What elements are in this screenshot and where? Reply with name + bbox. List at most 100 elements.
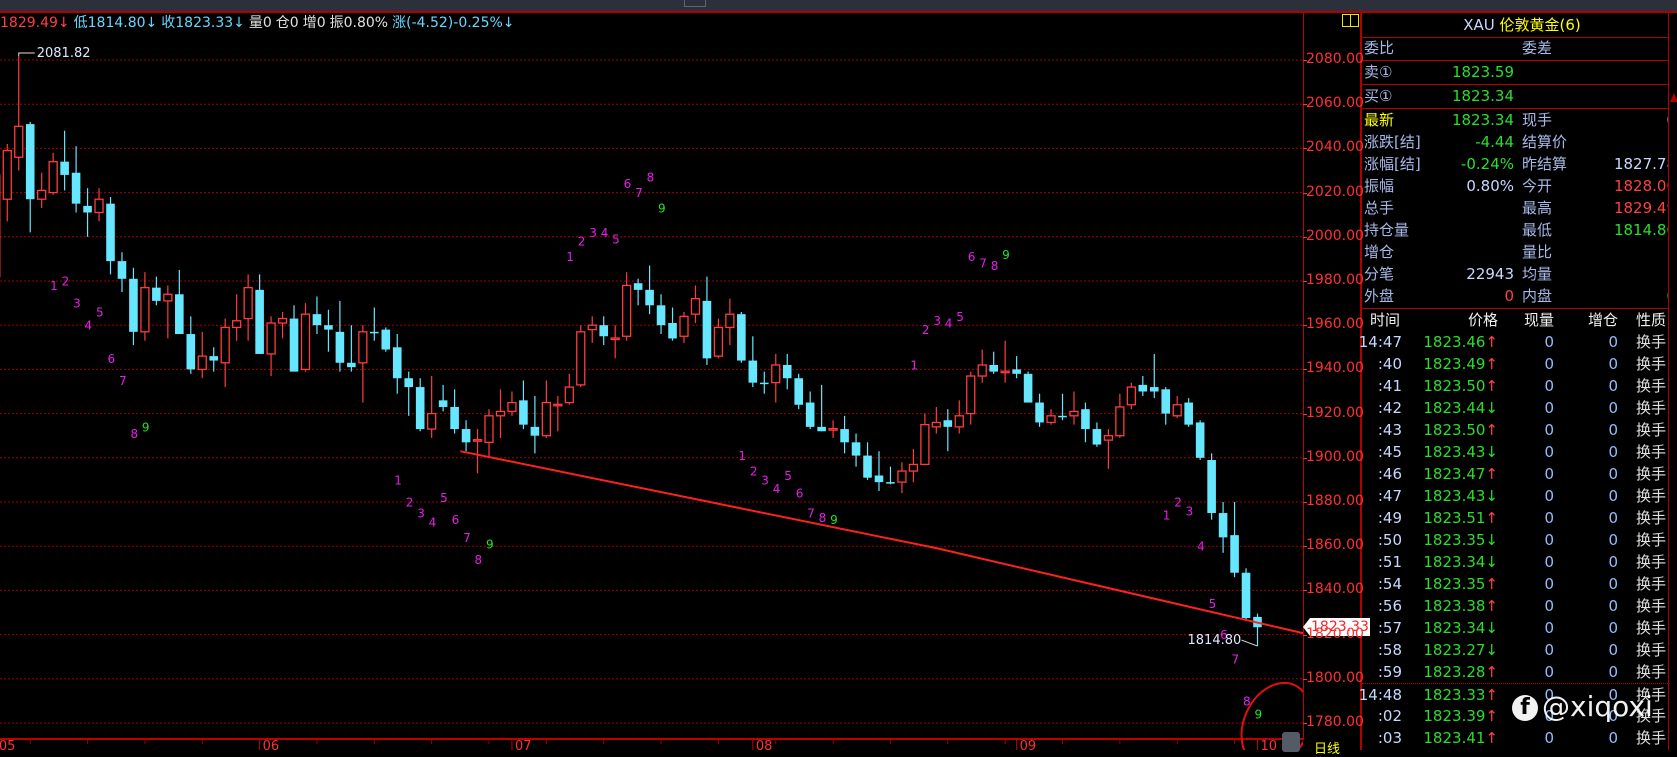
candle[interactable] xyxy=(289,305,299,372)
candle[interactable] xyxy=(1126,382,1136,410)
candle[interactable] xyxy=(725,298,735,346)
candle[interactable] xyxy=(943,409,953,452)
candle[interactable] xyxy=(1253,613,1262,647)
candle[interactable] xyxy=(851,433,861,467)
candle[interactable] xyxy=(690,285,701,323)
candle[interactable] xyxy=(1012,356,1021,379)
candle[interactable] xyxy=(610,325,620,359)
candle[interactable] xyxy=(450,389,459,434)
ticks-header-cell[interactable]: 增仓 xyxy=(1588,309,1618,331)
candle[interactable] xyxy=(347,325,356,372)
candle[interactable] xyxy=(1138,376,1148,396)
candle[interactable] xyxy=(427,376,437,438)
candle[interactable] xyxy=(897,462,907,494)
candle[interactable] xyxy=(1184,398,1193,427)
candle[interactable] xyxy=(817,384,826,432)
candle[interactable] xyxy=(668,307,677,341)
candle[interactable] xyxy=(1046,409,1056,425)
candle[interactable] xyxy=(300,303,311,372)
ticks-header-cell[interactable]: 价格 xyxy=(1468,309,1498,331)
candle[interactable] xyxy=(541,380,552,438)
candle[interactable] xyxy=(220,318,230,388)
candle[interactable] xyxy=(782,353,792,390)
candle[interactable] xyxy=(886,466,895,485)
candle[interactable] xyxy=(94,188,104,222)
candle[interactable] xyxy=(1103,429,1114,469)
candle[interactable] xyxy=(312,296,322,335)
candle[interactable] xyxy=(863,442,872,480)
candle[interactable] xyxy=(48,152,58,195)
ticks-header-cell[interactable]: 时间 xyxy=(1370,309,1400,331)
candle[interactable] xyxy=(599,316,609,346)
candle[interactable] xyxy=(163,285,173,339)
candle[interactable] xyxy=(966,371,976,425)
window-toggle-icon[interactable] xyxy=(1342,14,1359,27)
candle[interactable] xyxy=(495,389,506,438)
scroll-up-icon[interactable] xyxy=(1670,93,1677,102)
candle[interactable] xyxy=(461,420,471,452)
candle[interactable] xyxy=(324,309,333,352)
candle[interactable] xyxy=(622,272,632,341)
candle[interactable] xyxy=(175,269,184,335)
candle[interactable] xyxy=(60,130,69,191)
candle[interactable] xyxy=(255,274,264,354)
candle[interactable] xyxy=(737,311,746,363)
candle[interactable] xyxy=(1195,420,1205,461)
candle[interactable] xyxy=(530,395,540,454)
candle[interactable] xyxy=(828,420,838,438)
period-button-daily[interactable]: 日线 xyxy=(1314,738,1340,757)
candle[interactable] xyxy=(759,371,769,394)
candle[interactable] xyxy=(358,325,368,403)
candle[interactable] xyxy=(840,415,849,454)
candle[interactable] xyxy=(771,353,781,403)
candle[interactable] xyxy=(266,316,276,377)
candle[interactable] xyxy=(2,143,12,222)
candle[interactable] xyxy=(106,197,115,275)
candle[interactable] xyxy=(197,331,207,379)
candle[interactable] xyxy=(335,300,345,372)
candle[interactable] xyxy=(25,121,35,233)
candle[interactable] xyxy=(679,311,689,343)
chart-scroll-knob[interactable] xyxy=(1282,732,1300,752)
candle[interactable] xyxy=(954,400,964,434)
candle[interactable] xyxy=(920,413,930,466)
candle[interactable] xyxy=(404,371,414,416)
candle[interactable] xyxy=(507,391,517,416)
candle[interactable] xyxy=(908,448,919,483)
candle[interactable] xyxy=(14,55,24,171)
candle[interactable] xyxy=(989,351,998,374)
candle[interactable] xyxy=(438,384,448,412)
candle[interactable] xyxy=(381,327,391,352)
candle[interactable] xyxy=(117,252,127,293)
candle[interactable] xyxy=(576,325,586,388)
candle[interactable] xyxy=(1149,353,1159,399)
candle[interactable] xyxy=(1230,502,1239,578)
candle[interactable] xyxy=(519,380,528,430)
candle[interactable] xyxy=(1023,371,1033,403)
candle[interactable] xyxy=(1000,340,1010,383)
candle[interactable] xyxy=(71,146,81,213)
candle[interactable] xyxy=(645,265,654,315)
candle[interactable] xyxy=(1081,402,1090,443)
candle[interactable] xyxy=(931,406,941,434)
candle[interactable] xyxy=(1161,387,1171,425)
candle[interactable] xyxy=(1115,393,1125,438)
candle[interactable] xyxy=(1035,393,1044,427)
candle[interactable] xyxy=(484,409,494,458)
panel-scrollbar[interactable] xyxy=(1668,13,1677,750)
candle[interactable] xyxy=(1069,391,1079,425)
candle[interactable] xyxy=(415,378,425,432)
candle[interactable] xyxy=(564,373,574,405)
candle[interactable] xyxy=(1218,502,1228,553)
candle[interactable] xyxy=(37,172,47,209)
candle[interactable] xyxy=(140,272,150,341)
candle[interactable] xyxy=(1207,453,1216,520)
candle[interactable] xyxy=(874,451,884,491)
candle[interactable] xyxy=(656,294,666,335)
candle[interactable] xyxy=(1172,395,1182,419)
candle[interactable] xyxy=(370,307,379,341)
candle[interactable] xyxy=(977,349,987,383)
candle[interactable] xyxy=(472,429,483,474)
ticks-header-cell[interactable]: 现量 xyxy=(1524,309,1554,331)
candle[interactable] xyxy=(794,373,803,410)
